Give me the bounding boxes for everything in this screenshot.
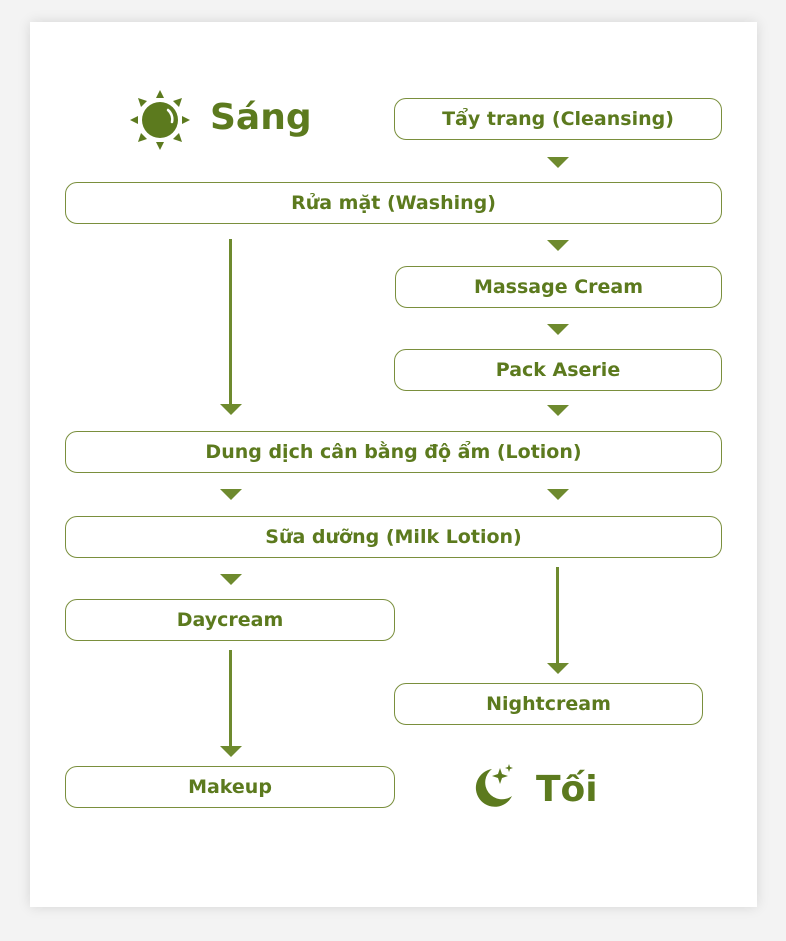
step-milk-lotion: Sữa dưỡng (Milk Lotion) [65, 516, 722, 558]
step-makeup: Makeup [65, 766, 395, 808]
arrow-pack-to-lotion [547, 405, 569, 416]
arrow-line-milk-to-nightcream [556, 567, 559, 665]
arrow-head-daycream-to-makeup [220, 746, 242, 757]
morning-heading: Sáng [210, 97, 312, 138]
evening-heading: Tối [536, 769, 598, 810]
arrow-line-daycream-to-makeup [229, 650, 232, 748]
arrow-lotion-to-milk-left [220, 489, 242, 500]
arrow-head-milk-to-nightcream [547, 663, 569, 674]
step-daycream: Daycream [65, 599, 395, 641]
step-pack-aserie: Pack Aserie [394, 349, 722, 391]
step-cleansing: Tẩy trang (Cleansing) [394, 98, 722, 140]
arrow-line-washing-to-lotion [229, 239, 232, 407]
step-massage-cream: Massage Cream [395, 266, 722, 308]
arrow-massage-to-pack [547, 324, 569, 335]
step-washing: Rửa mặt (Washing) [65, 182, 722, 224]
step-lotion: Dung dịch cân bằng độ ẩm (Lotion) [65, 431, 722, 473]
arrow-milk-to-daycream [220, 574, 242, 585]
arrow-lotion-to-milk-right [547, 489, 569, 500]
moon-stars-icon [475, 764, 513, 807]
step-nightcream: Nightcream [394, 683, 703, 725]
arrow-head-washing-to-lotion [220, 404, 242, 415]
arrow-cleansing-to-washing [547, 157, 569, 168]
arrow-washing-to-massage [547, 240, 569, 251]
sun-icon [130, 90, 190, 150]
